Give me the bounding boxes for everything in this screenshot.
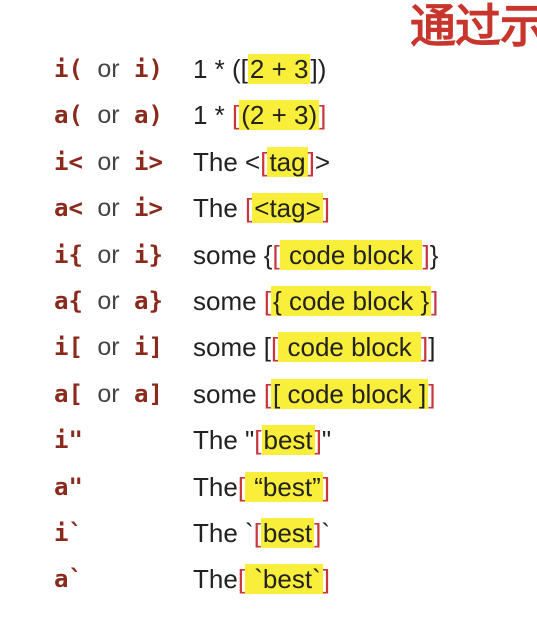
motion-keys: a{ or a} [54, 286, 163, 315]
example-text: 1 * [(2 + 3)] [193, 100, 327, 131]
example-text: some {[ code block ]} [193, 239, 439, 270]
motion-keys: i{ or i} [54, 240, 163, 269]
example-text: The[ “best”] [193, 471, 330, 502]
motion-keys: a< or i> [54, 194, 163, 223]
selection-highlight: (2 + 3) [239, 100, 320, 131]
motion-keys: a( or a) [54, 101, 163, 130]
selection-highlight: code block [279, 239, 423, 270]
motion-keys: i< or i> [54, 147, 163, 176]
selection-highlight: `best` [245, 564, 323, 595]
motion-keys: a[ or a] [54, 379, 163, 408]
motion-keys: i[ or i] [54, 333, 163, 362]
example-text: The `[best]` [193, 517, 330, 548]
motion-keys: a` [54, 565, 83, 594]
example-text: The[ `best`] [193, 564, 330, 595]
motion-keys: a" [54, 472, 83, 501]
selection-highlight: tag [267, 146, 308, 177]
motion-keys: i` [54, 518, 83, 547]
motion-keys: i" [54, 426, 83, 455]
example-text: some [[ code block ]] [193, 378, 436, 409]
selection-highlight: “best” [245, 471, 323, 502]
page-title: 通过示 [410, 0, 537, 53]
selection-highlight: code block [278, 332, 422, 363]
example-text: The [<tag>] [193, 193, 331, 224]
selection-highlight: [ code block ] [271, 378, 429, 409]
selection-highlight: <tag> [252, 193, 323, 224]
selection-highlight: best [260, 517, 315, 548]
selection-highlight: best [261, 425, 315, 456]
example-text: some [{ code block }] [193, 285, 439, 316]
example-text: The <[tag]> [193, 146, 331, 177]
example-text: The "[best]" [193, 425, 332, 456]
example-text: some [[ code block ]] [193, 332, 436, 363]
selection-highlight: { code block } [271, 285, 432, 316]
selection-highlight: 2 + 3 [247, 54, 311, 84]
motion-keys: i( or i) [54, 55, 163, 83]
example-text: 1 * ([2 + 3]) [193, 54, 327, 84]
